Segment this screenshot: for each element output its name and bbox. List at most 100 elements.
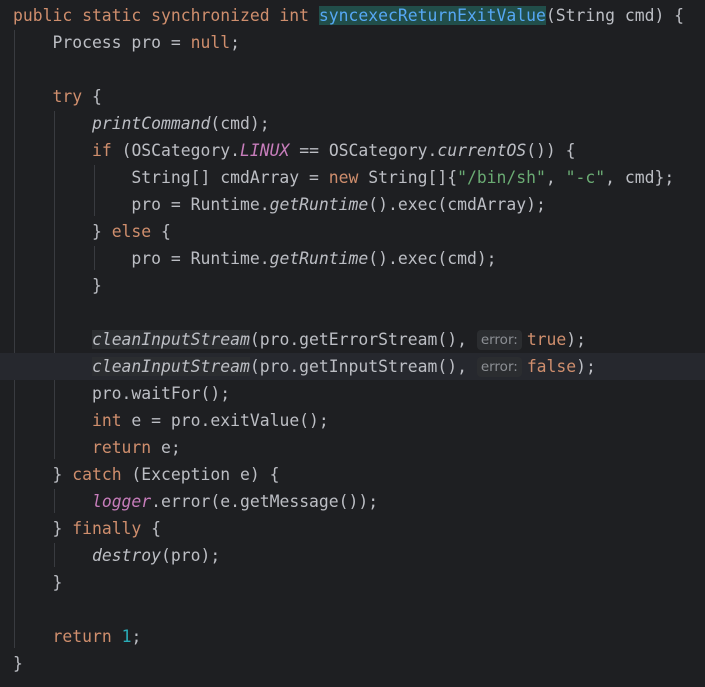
code-token: currentOS bbox=[437, 141, 527, 160]
code-line[interactable]: } else { bbox=[13, 218, 705, 245]
code-token: try bbox=[52, 87, 83, 106]
code-token: { bbox=[151, 222, 171, 241]
code-token: String[]{ bbox=[358, 168, 458, 187]
code-token: } bbox=[13, 519, 73, 538]
parameter-hint: error: bbox=[476, 330, 522, 350]
code-token: getRuntime bbox=[269, 249, 369, 268]
code-token: e; bbox=[151, 438, 181, 457]
code-token: ; bbox=[230, 33, 240, 52]
code-token: ().exec(cmd); bbox=[368, 249, 497, 268]
code-line[interactable]: } finally { bbox=[13, 515, 705, 542]
code-token: finally bbox=[72, 519, 142, 538]
code-line[interactable]: cleanInputStream(pro.getInputStream(), e… bbox=[0, 353, 705, 380]
code-token: pro = Runtime. bbox=[13, 195, 270, 214]
code-line[interactable] bbox=[13, 299, 705, 326]
code-line[interactable]: pro = Runtime.getRuntime().exec(cmd); bbox=[13, 245, 705, 272]
code-token: } bbox=[13, 276, 102, 295]
code-token: (pro.getInputStream(), bbox=[249, 357, 477, 376]
code-token: cleanInputStream bbox=[91, 330, 250, 349]
code-line[interactable]: } bbox=[13, 650, 705, 677]
code-line[interactable]: cleanInputStream(pro.getErrorStream(), e… bbox=[13, 326, 705, 353]
code-line[interactable] bbox=[13, 596, 705, 623]
code-line[interactable]: return e; bbox=[13, 434, 705, 461]
code-line[interactable]: } bbox=[13, 569, 705, 596]
code-line[interactable]: try { bbox=[13, 83, 705, 110]
code-token: ); bbox=[566, 330, 587, 349]
code-token: destroy bbox=[91, 546, 162, 565]
code-token: == OSCategory. bbox=[289, 141, 438, 160]
code-token: , bbox=[545, 168, 566, 187]
code-token: String[] cmdArray = bbox=[13, 168, 329, 187]
code-token: ()) { bbox=[526, 141, 576, 160]
code-token: public static synchronized int bbox=[13, 6, 319, 25]
code-token: (pro); bbox=[161, 546, 221, 565]
code-token: syncexecReturnExitValue bbox=[318, 6, 546, 25]
code-token: new bbox=[328, 168, 359, 187]
code-token: { bbox=[82, 87, 102, 106]
code-token: ().exec(cmdArray); bbox=[368, 195, 546, 214]
code-token: pro.waitFor(); bbox=[13, 384, 231, 403]
code-token: ); bbox=[576, 357, 596, 376]
code-token: e = pro.exitValue(); bbox=[121, 411, 329, 430]
code-token: , cmd}; bbox=[605, 168, 675, 187]
code-line[interactable]: printCommand(cmd); bbox=[13, 110, 705, 137]
code-token: true bbox=[526, 330, 567, 349]
code-token: (Exception e) { bbox=[121, 465, 280, 484]
code-line[interactable]: return 1; bbox=[13, 623, 705, 650]
code-line[interactable]: logger.error(e.getMessage()); bbox=[13, 488, 705, 515]
code-line[interactable]: String[] cmdArray = new String[]{"/bin/s… bbox=[13, 164, 705, 191]
code-line[interactable]: pro.waitFor(); bbox=[13, 380, 705, 407]
code-line[interactable] bbox=[13, 56, 705, 83]
code-token: .error(e.getMessage()); bbox=[151, 492, 379, 511]
code-token: 1 bbox=[121, 627, 132, 646]
code-editor[interactable]: public static synchronized int syncexecR… bbox=[0, 0, 705, 687]
code-token: ; bbox=[131, 627, 142, 646]
code-token: catch bbox=[72, 465, 122, 484]
code-line[interactable]: } catch (Exception e) { bbox=[13, 461, 705, 488]
code-token: (String cmd) { bbox=[545, 6, 685, 25]
code-token: "/bin/sh" bbox=[457, 168, 546, 187]
code-line[interactable]: } bbox=[13, 272, 705, 299]
code-token: "-c" bbox=[565, 168, 606, 187]
code-token: (OSCategory. bbox=[111, 141, 240, 160]
code-token: (cmd); bbox=[210, 114, 270, 133]
code-token: } bbox=[13, 222, 112, 241]
code-token: else bbox=[111, 222, 152, 241]
code-token: } bbox=[13, 465, 73, 484]
code-token: return bbox=[91, 438, 152, 457]
code-token: getRuntime bbox=[269, 195, 369, 214]
code-token: null bbox=[190, 33, 231, 52]
code-token: } bbox=[13, 654, 23, 673]
code-line[interactable]: destroy(pro); bbox=[13, 542, 705, 569]
code-token: { bbox=[141, 519, 162, 538]
code-line[interactable]: pro = Runtime.getRuntime().exec(cmdArray… bbox=[13, 191, 705, 218]
code-token: LINUX bbox=[240, 141, 290, 160]
code-token: cleanInputStream bbox=[91, 357, 250, 376]
code-token: logger bbox=[91, 492, 152, 511]
code-token: } bbox=[13, 573, 63, 592]
parameter-hint: error: bbox=[476, 357, 522, 377]
code-token: pro = Runtime. bbox=[13, 249, 270, 268]
code-line[interactable]: if (OSCategory.LINUX == OSCategory.curre… bbox=[13, 137, 705, 164]
code-token: if bbox=[91, 141, 112, 160]
code-token: int bbox=[91, 411, 122, 430]
code-token: (pro.getErrorStream(), bbox=[249, 330, 477, 349]
code-token: false bbox=[526, 357, 577, 376]
code-token: Process pro = bbox=[13, 33, 191, 52]
code-line[interactable]: public static synchronized int syncexecR… bbox=[13, 2, 705, 29]
code-line[interactable]: int e = pro.exitValue(); bbox=[13, 407, 705, 434]
code-token: printCommand bbox=[91, 114, 211, 133]
code-token: return bbox=[52, 627, 112, 646]
code-line[interactable]: Process pro = null; bbox=[13, 29, 705, 56]
